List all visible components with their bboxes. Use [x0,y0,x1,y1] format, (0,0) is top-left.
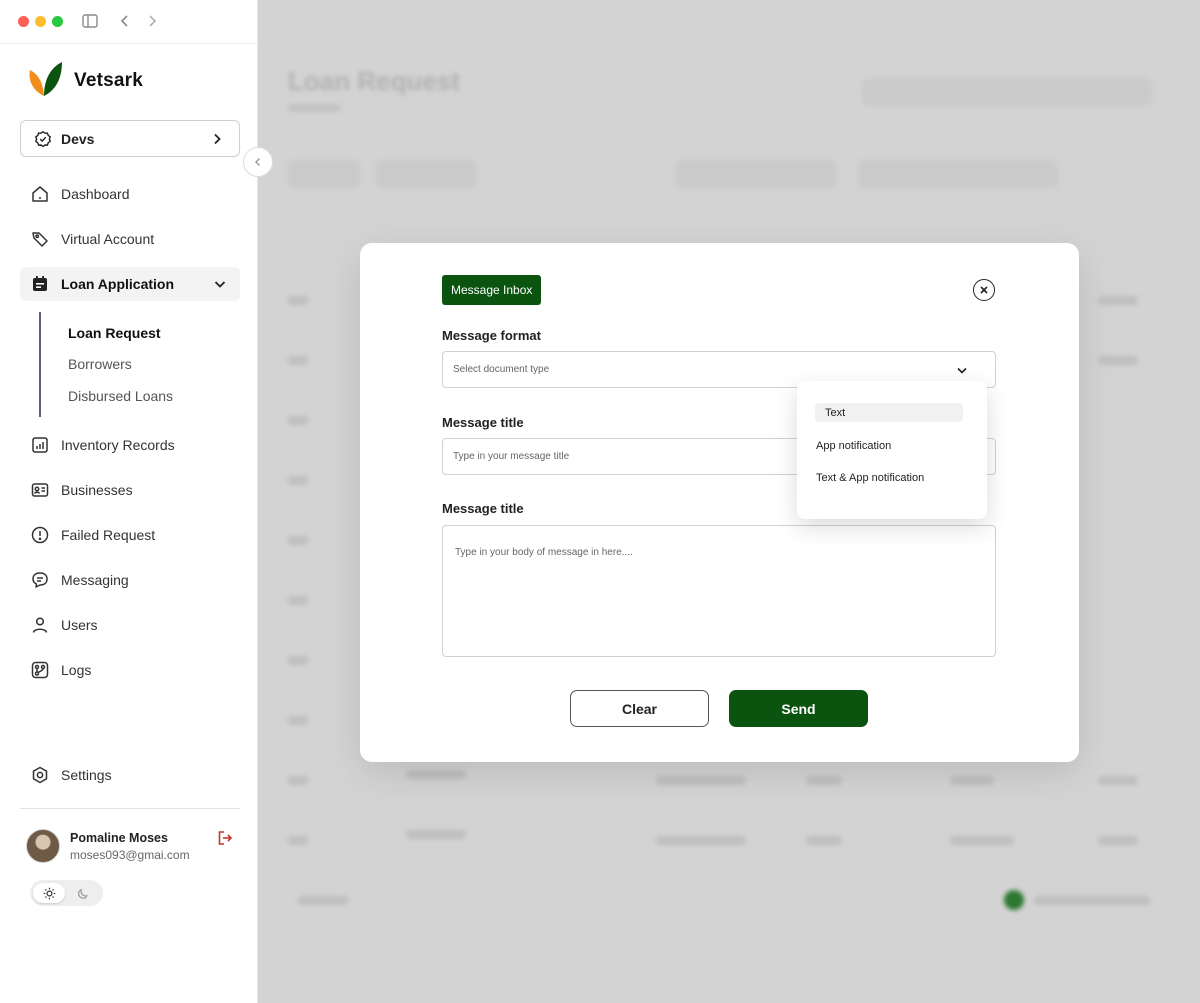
badge-check-icon [33,129,53,149]
forward-icon[interactable] [143,12,161,30]
id-card-icon [30,480,50,500]
send-button[interactable]: Send [729,690,868,727]
sidebar-item-label: Inventory Records [61,437,175,453]
logout-icon[interactable] [216,829,234,847]
sidebar-item-label: Failed Request [61,527,156,543]
user-profile[interactable]: Pomaline Moses moses093@gmai.com [26,829,240,865]
sidebar-item-virtual-account[interactable]: Virtual Account [20,222,240,256]
minimize-window-button[interactable] [35,16,46,27]
sidebar-subitem-disbursed-loans[interactable]: Disbursed Loans [68,388,173,404]
calendar-icon [30,274,50,294]
sidebar-item-loan-application[interactable]: Loan Application [20,267,240,301]
sidebar-item-messaging[interactable]: Messaging [20,563,240,597]
chart-icon [30,435,50,455]
user-icon [30,615,50,635]
sidebar-item-logs[interactable]: Logs [20,653,240,687]
settings-icon [30,765,50,785]
dropdown-option-text[interactable]: Text [815,403,963,422]
dropdown-option-app-notification[interactable]: App notification [816,436,891,455]
sidebar-item-label: Settings [61,767,112,783]
sidebar-item-label: Messaging [61,572,129,588]
sidebar: Vetsark Devs Dashboard Virtual Account L… [0,0,273,1003]
sidebar-item-label: Logs [61,662,92,678]
workspace-label: Devs [61,130,95,147]
subnav-rail [39,312,41,417]
sidebar-toggle-icon[interactable] [81,12,99,30]
alert-circle-icon [30,525,50,545]
close-icon[interactable] [973,279,995,301]
close-window-button[interactable] [18,16,29,27]
sidebar-item-settings[interactable]: Settings [20,758,240,792]
window-titlebar [0,0,258,44]
sidebar-item-failed-request[interactable]: Failed Request [20,518,240,552]
sidebar-subitem-borrowers[interactable]: Borrowers [68,356,132,372]
theme-toggle[interactable] [30,880,103,906]
tag-icon [30,229,50,249]
chevron-right-icon [207,129,227,149]
sidebar-item-dashboard[interactable]: Dashboard [20,177,240,211]
home-icon [30,184,50,204]
sidebar-item-label: Businesses [61,482,133,498]
sidebar-item-label: Loan Application [61,276,175,292]
brand-name: Vetsark [74,70,144,91]
sidebar-item-businesses[interactable]: Businesses [20,473,240,507]
sidebar-item-label: Users [61,617,98,633]
sidebar-item-label: Dashboard [61,186,130,202]
message-body-label: Message title [442,501,524,516]
message-format-placeholder: Select document type [453,364,550,375]
avatar [26,829,60,863]
workspace-selector[interactable]: Devs [20,120,240,157]
sidebar-item-inventory-records[interactable]: Inventory Records [20,428,240,462]
message-title-label: Message title [442,415,524,430]
sidebar-item-users[interactable]: Users [20,608,240,642]
message-format-label: Message format [442,328,541,343]
moon-icon[interactable] [67,883,99,903]
clear-button[interactable]: Clear [570,690,709,727]
chevron-down-icon [955,363,969,377]
message-body-textarea[interactable] [442,525,996,657]
maximize-window-button[interactable] [52,16,63,27]
chat-icon [30,570,50,590]
sun-icon[interactable] [33,883,65,903]
user-name: Pomaline Moses [70,831,168,845]
sidebar-divider [20,808,240,809]
sidebar-item-label: Virtual Account [61,231,155,247]
chevron-down-icon [210,274,230,294]
sidebar-subitem-loan-request[interactable]: Loan Request [68,325,161,341]
leaf-logo [28,60,64,103]
back-icon[interactable] [116,12,134,30]
user-email: moses093@gmai.com [70,848,190,862]
modal-title-badge: Message Inbox [442,275,542,305]
sidebar-collapse-button[interactable] [243,147,273,177]
message-format-dropdown: Text App notification Text & App notific… [797,381,987,519]
dropdown-option-text-and-app-notification[interactable]: Text & App notification [816,468,924,487]
brand[interactable]: Vetsark [28,60,144,103]
git-branch-icon [30,660,50,680]
